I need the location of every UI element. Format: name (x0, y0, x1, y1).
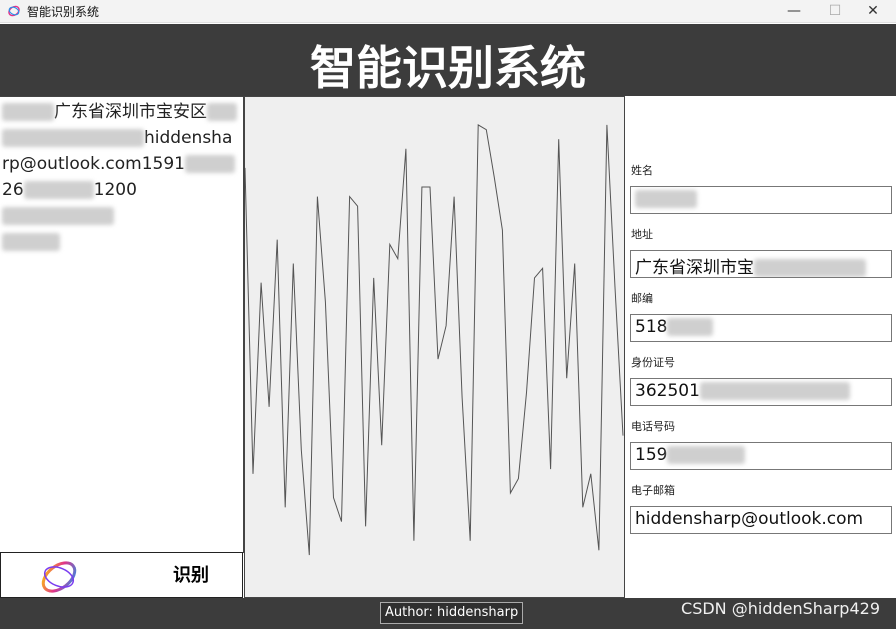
redacted-block (184, 155, 235, 173)
page-title: 智能识别系统 (310, 41, 586, 95)
window-titlebar: 智能识别系统 — ☐ ✕ (0, 0, 896, 23)
waveform-line (244, 124, 624, 556)
postcode-label: 邮编 (631, 292, 653, 305)
redacted-block (2, 129, 144, 147)
id-number-value: 362501 (635, 381, 700, 401)
email-value: hiddensharp@outlook.com (635, 509, 864, 529)
app-logo-icon (41, 561, 77, 593)
phone-field[interactable]: 159 (630, 442, 892, 470)
window-title: 智能识别系统 (27, 5, 100, 19)
app-header: 智能识别系统 (0, 24, 896, 96)
email-label: 电子邮箱 (631, 484, 675, 497)
waveform-chart (244, 124, 624, 556)
minimize-button[interactable]: — (771, 0, 817, 22)
csdn-watermark: CSDN @hiddenSharp429 (681, 599, 880, 618)
name-field[interactable] (630, 186, 892, 214)
phone-label: 电话号码 (631, 420, 675, 433)
redacted-block (2, 103, 54, 121)
raw-line-1: 广东省深圳市宝安区 (54, 102, 207, 122)
redacted-block (207, 103, 237, 121)
id-number-field[interactable]: 362501 (630, 378, 892, 406)
phone-value: 159 (635, 445, 668, 465)
redacted-block (699, 382, 850, 400)
action-bar: 识别 (0, 552, 243, 598)
raw-line-5: 1200 (93, 180, 137, 200)
raw-line-3: rp@outlook.com1591 (2, 154, 185, 174)
app-logo-icon (8, 5, 20, 17)
redacted-block (754, 259, 866, 277)
redacted-block (23, 181, 94, 199)
redacted-block (2, 233, 60, 251)
email-field[interactable]: hiddensharp@outlook.com (630, 506, 892, 534)
address-field[interactable]: 广东省深圳市宝 (630, 250, 892, 278)
name-label: 姓名 (631, 164, 653, 177)
waveform-display (244, 96, 625, 598)
redacted-block (2, 207, 114, 225)
author-badge: Author: hiddensharp (380, 602, 524, 624)
recognize-button[interactable]: 识别 (151, 559, 231, 593)
close-button[interactable]: ✕ (850, 0, 896, 22)
address-label: 地址 (631, 228, 653, 241)
raw-line-2: hiddensha (144, 128, 233, 148)
address-value: 广东省深圳市宝 (635, 258, 754, 278)
redacted-block (667, 446, 746, 464)
postcode-field[interactable]: 518 (630, 314, 892, 342)
redacted-block (635, 190, 697, 208)
raw-line-4: 26 (2, 180, 24, 200)
postcode-value: 518 (635, 317, 668, 337)
recognized-text-panel[interactable]: 广东省深圳市宝安区 hiddensha rp@outlook.com1591 2… (0, 96, 244, 553)
form-panel: 姓名 地址 广东省深圳市宝 邮编 518 身份证号 362501 电话号码 15… (625, 96, 896, 598)
id-number-label: 身份证号 (631, 356, 675, 369)
redacted-block (667, 318, 714, 336)
recognized-text: 广东省深圳市宝安区 hiddensha rp@outlook.com1591 2… (0, 97, 243, 257)
